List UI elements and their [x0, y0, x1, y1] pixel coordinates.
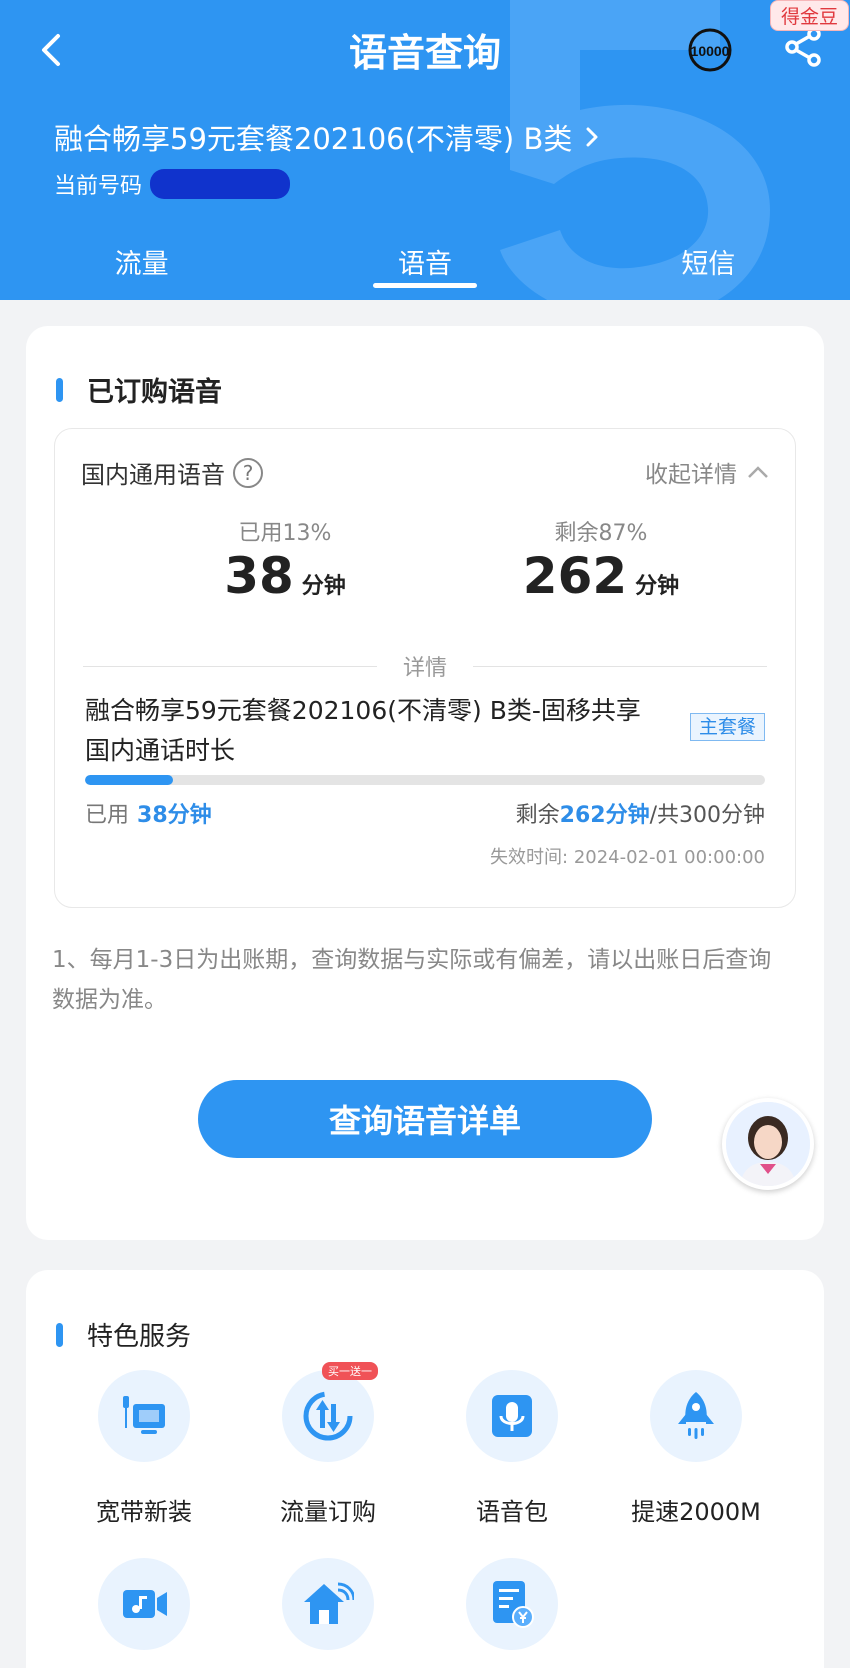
- tab-data[interactable]: 流量: [0, 232, 283, 292]
- annual-bill-icon: [466, 1558, 558, 1650]
- rocket-icon: [650, 1370, 742, 1462]
- remain-percent-label: 剩余87%: [554, 521, 648, 546]
- service-smart-home[interactable]: [238, 1558, 418, 1668]
- featured-services-card: 特色服务 宽带新装 买一送一 流量订购 语音包 提速2000M: [26, 1270, 824, 1668]
- share-icon[interactable]: [784, 26, 824, 68]
- expire-label: 失效时间:: [490, 847, 569, 868]
- services-title: 特色服务: [87, 1322, 192, 1352]
- chevron-right-icon: [586, 127, 598, 147]
- microphone-icon: [466, 1370, 558, 1462]
- svg-text:10000: 10000: [691, 43, 730, 59]
- service-speed-up[interactable]: 提速2000M: [606, 1370, 786, 1527]
- usage-category: 国内通用语音 ?: [81, 455, 263, 490]
- total-amount: /共300分钟: [649, 803, 765, 828]
- current-number-label: 当前号码: [54, 174, 143, 199]
- plan-selector[interactable]: 融合畅享59元套餐202106(不清零) B类: [54, 116, 602, 158]
- service-annual-bill[interactable]: [422, 1558, 602, 1668]
- section-accent-bar: [56, 377, 63, 402]
- nav-bar: 语音查询 10000 得金豆: [0, 0, 850, 100]
- remain-amount-row: 剩余262分钟/共300分钟: [516, 797, 765, 829]
- used-percent-label: 已用13%: [238, 521, 332, 546]
- remain-amount: 262分钟: [559, 803, 650, 828]
- broadband-monitor-icon: [98, 1370, 190, 1462]
- remain-prefix: 剩余: [515, 803, 560, 828]
- expiration-time: 失效时间: 2024-02-01 00:00:00: [490, 843, 765, 869]
- chevron-up-icon: [748, 466, 768, 478]
- section-accent-bar: [56, 1322, 63, 1347]
- services-header: 特色服务: [56, 1316, 191, 1353]
- used-minutes-value: 38: [224, 547, 294, 605]
- current-number-row: 当前号码: [54, 168, 291, 200]
- tab-bar: 流量 语音 短信: [0, 232, 850, 292]
- plan-name: 融合畅享59元套餐202106(不清零) B类: [54, 122, 573, 156]
- remain-unit: 分钟: [635, 574, 680, 599]
- purchased-voice-card: 已订购语音 国内通用语音 ? 收起详情 已用13% 38 分钟 剩余87% 262…: [26, 326, 824, 1240]
- customer-service-10000-icon[interactable]: 10000: [686, 26, 734, 74]
- remain-stat: 剩余87% 262 分钟: [471, 515, 731, 605]
- used-amount: 38分钟: [137, 803, 212, 828]
- promo-badge: 买一送一: [322, 1362, 378, 1380]
- tab-sms[interactable]: 短信: [567, 232, 850, 292]
- used-unit: 分钟: [301, 574, 346, 599]
- usage-progress-bar: [85, 775, 765, 785]
- help-question-icon[interactable]: ?: [233, 457, 263, 488]
- assistant-portrait-icon: [726, 1102, 810, 1186]
- details-divider: 详情: [83, 651, 768, 681]
- section-header: 已订购语音: [56, 370, 222, 409]
- voice-usage-panel: 国内通用语音 ? 收起详情 已用13% 38 分钟 剩余87% 262 分钟 详情: [54, 428, 796, 908]
- remain-minutes-value: 262: [522, 547, 628, 605]
- used-stat: 已用13% 38 分钟: [155, 515, 415, 605]
- smart-home-icon: [282, 1558, 374, 1650]
- service-video-music[interactable]: [54, 1558, 234, 1668]
- section-title: 已订购语音: [87, 377, 222, 408]
- expire-value: 2024-02-01 00:00:00: [573, 847, 765, 868]
- service-label: 宽带新装: [96, 1498, 192, 1526]
- collapse-label: 收起详情: [645, 462, 737, 488]
- billing-note: 1、每月1-3日为出账期，查询数据与实际或有偏差，请以出账日后查询数据为准。: [52, 947, 772, 1013]
- service-voice-pack[interactable]: 语音包: [422, 1370, 602, 1527]
- tab-voice[interactable]: 语音: [283, 232, 566, 292]
- category-label: 国内通用语音: [81, 461, 225, 489]
- data-traffic-icon: 买一送一: [282, 1362, 378, 1462]
- video-music-icon: [98, 1558, 190, 1650]
- usage-progress-fill: [85, 775, 174, 785]
- used-amount-row: 已用 38分钟: [85, 797, 212, 829]
- service-broadband[interactable]: 宽带新装: [54, 1370, 234, 1527]
- service-label: 提速2000M: [631, 1498, 761, 1526]
- main-package-tag: 主套餐: [689, 713, 765, 741]
- gold-bean-badge[interactable]: 得金豆: [770, 0, 850, 31]
- used-prefix: 已用: [85, 803, 130, 828]
- package-name: 融合畅享59元套餐202106(不清零) B类-固移共享国内通话时长: [85, 696, 641, 765]
- assistant-avatar[interactable]: [722, 1098, 814, 1190]
- query-voice-detail-button[interactable]: 查询语音详单: [198, 1080, 652, 1158]
- redacted-phone-number: [150, 169, 291, 199]
- service-label: 流量订购: [280, 1498, 376, 1526]
- details-divider-label: 详情: [403, 656, 448, 681]
- collapse-details-toggle[interactable]: 收起详情: [645, 455, 769, 489]
- header-banner: 语音查询 10000 得金豆 融合畅享59元套餐202106(不清零) B类 当…: [0, 0, 850, 300]
- service-label: 语音包: [476, 1498, 548, 1526]
- service-data-purchase[interactable]: 买一送一 流量订购: [238, 1362, 418, 1527]
